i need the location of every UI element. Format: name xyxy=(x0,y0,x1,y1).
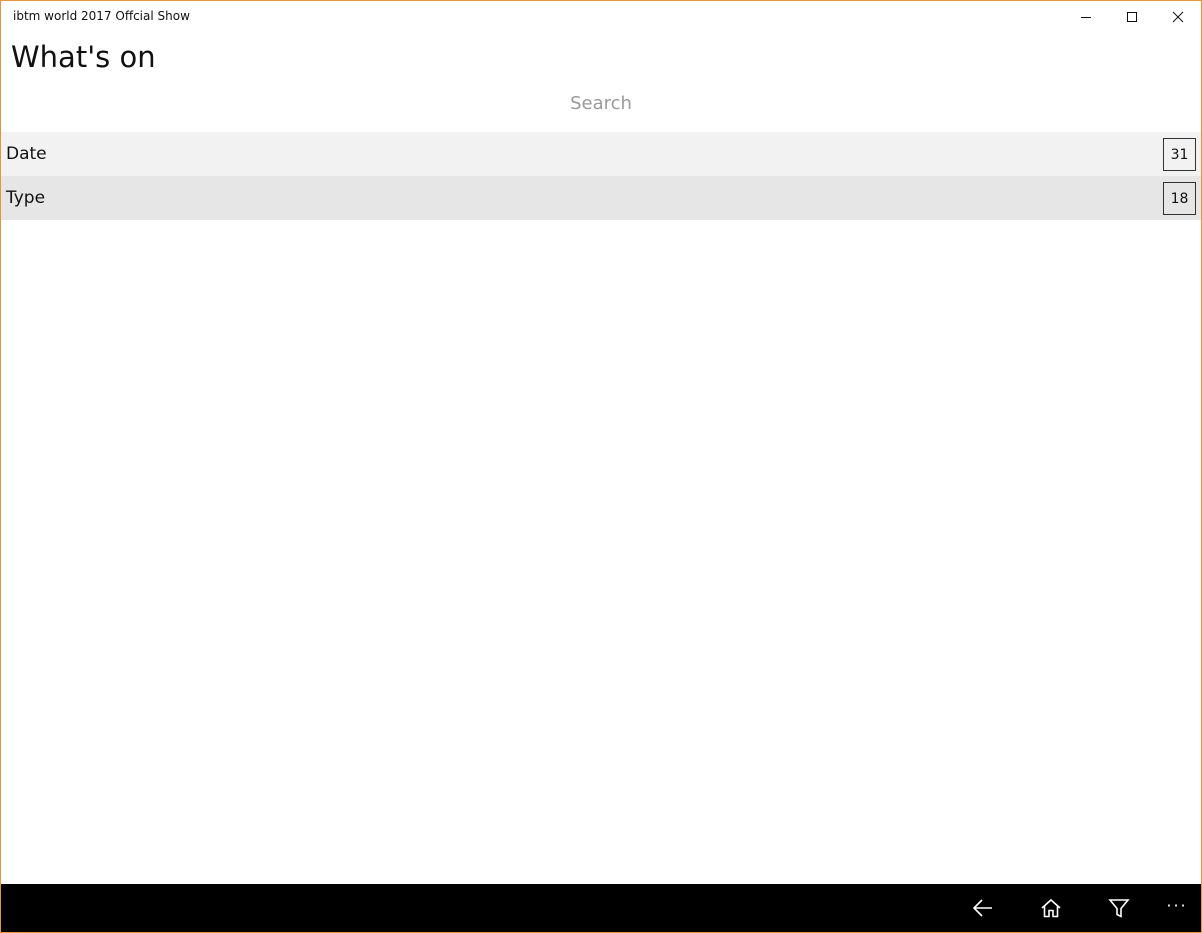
bottom-app-bar: ··· xyxy=(1,884,1201,932)
filter-count-badge-type: 18 xyxy=(1163,182,1196,215)
back-arrow-icon xyxy=(972,899,992,917)
filter-count-badge-date: 31 xyxy=(1163,138,1196,171)
close-icon xyxy=(1172,11,1184,22)
more-icon: ··· xyxy=(1166,896,1188,915)
back-button[interactable] xyxy=(949,884,1017,932)
title-bar: ibtm world 2017 Offcial Show xyxy=(1,1,1201,32)
filter-icon xyxy=(1108,899,1130,918)
maximize-button[interactable] xyxy=(1109,1,1155,32)
filter-label-type: Type xyxy=(6,188,46,208)
window-title: ibtm world 2017 Offcial Show xyxy=(13,9,190,23)
minimize-icon xyxy=(1081,16,1091,18)
page-title: What's on xyxy=(11,40,156,74)
minimize-button[interactable] xyxy=(1063,1,1109,32)
home-button[interactable] xyxy=(1017,884,1085,932)
filter-label-date: Date xyxy=(6,144,47,164)
more-button[interactable]: ··· xyxy=(1153,884,1201,932)
filter-row-date[interactable]: Date 31 xyxy=(1,132,1201,176)
maximize-icon xyxy=(1127,11,1137,22)
search-input[interactable] xyxy=(1,87,1201,119)
home-icon xyxy=(1041,898,1061,918)
app-window: ibtm world 2017 Offcial Show What's on D… xyxy=(0,0,1202,933)
filter-row-type[interactable]: Type 18 xyxy=(1,176,1201,220)
filter-button[interactable] xyxy=(1085,884,1153,932)
close-button[interactable] xyxy=(1155,1,1201,32)
